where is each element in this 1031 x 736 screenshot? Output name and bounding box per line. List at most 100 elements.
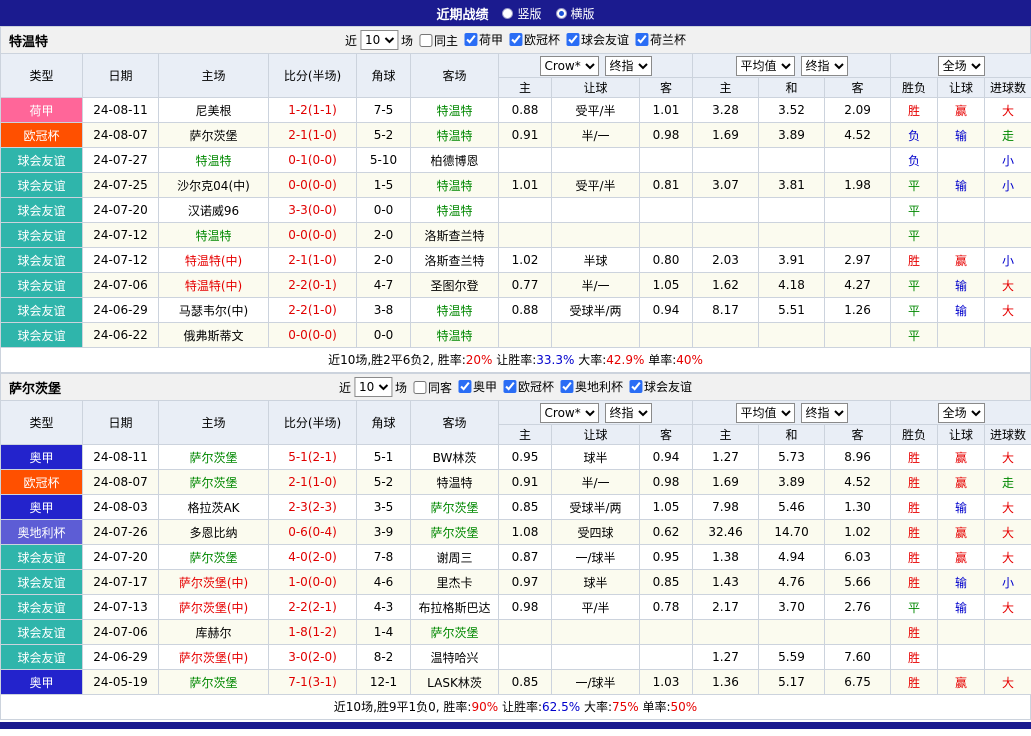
away-team-link[interactable]: 萨尔茨堡 xyxy=(411,520,499,545)
odds-handicap: 受四球 xyxy=(552,520,640,545)
league-filter[interactable]: 奥地利杯 xyxy=(560,378,623,395)
avg-draw: 3.81 xyxy=(759,173,825,198)
home-team-link[interactable]: 格拉茨AK xyxy=(159,495,269,520)
away-team-link[interactable]: 布拉格斯巴达 xyxy=(411,595,499,620)
away-team-link[interactable]: 里杰卡 xyxy=(411,570,499,595)
layout-radio-vertical[interactable]: 竖版 xyxy=(502,5,541,22)
same-venue-checkbox[interactable] xyxy=(413,381,426,394)
league-filter[interactable]: 欧冠杯 xyxy=(503,378,554,395)
home-team-link[interactable]: 库赫尔 xyxy=(159,620,269,645)
matches-table: 类型 日期 主场 比分(半场) 角球 客场 Crow*终指 平均值终指 全场 主… xyxy=(0,400,1031,695)
home-team-link[interactable]: 萨尔茨堡(中) xyxy=(159,570,269,595)
result-goals: 大 xyxy=(985,273,1031,298)
league-checkbox[interactable] xyxy=(458,380,471,393)
home-team-link[interactable]: 沙尔克04(中) xyxy=(159,173,269,198)
league-checkbox[interactable] xyxy=(509,33,522,46)
home-team-link[interactable]: 俄弗斯蒂文 xyxy=(159,323,269,348)
match-date: 24-08-07 xyxy=(83,470,159,495)
league-filter[interactable]: 荷兰杯 xyxy=(635,31,686,48)
avg-name-select[interactable]: 平均值 xyxy=(736,56,795,76)
league-checkbox[interactable] xyxy=(503,380,516,393)
same-venue-checkbox[interactable] xyxy=(419,34,432,47)
away-team-link[interactable]: 特温特 xyxy=(411,298,499,323)
odds-time-select[interactable]: 终指 xyxy=(605,56,652,76)
avg-time-select[interactable]: 终指 xyxy=(801,56,848,76)
sub-avg-away: 客 xyxy=(825,425,891,445)
league-filter[interactable]: 球会友谊 xyxy=(566,31,629,48)
home-team-link[interactable]: 特温特 xyxy=(159,223,269,248)
home-team-link[interactable]: 汉诺威96 xyxy=(159,198,269,223)
league-filter[interactable]: 奥甲 xyxy=(458,378,497,395)
away-team-link[interactable]: 洛斯查兰特 xyxy=(411,223,499,248)
away-team-link[interactable]: 萨尔茨堡 xyxy=(411,495,499,520)
home-team-link[interactable]: 特温特(中) xyxy=(159,248,269,273)
col-away: 客场 xyxy=(411,54,499,98)
league-filter[interactable]: 球会友谊 xyxy=(629,378,692,395)
away-team-link[interactable]: 谢周三 xyxy=(411,545,499,570)
match-count-select[interactable]: 10 xyxy=(360,30,398,50)
away-team-link[interactable]: 特温特 xyxy=(411,173,499,198)
away-team-link[interactable]: 特温特 xyxy=(411,470,499,495)
score: 1-8(1-2) xyxy=(269,620,357,645)
league-filter[interactable]: 欧冠杯 xyxy=(509,31,560,48)
odds-handicap: 一/球半 xyxy=(552,670,640,695)
home-team-link[interactable]: 萨尔茨堡 xyxy=(159,545,269,570)
matches-label: 场 xyxy=(395,379,407,396)
away-team-link[interactable]: 洛斯查兰特 xyxy=(411,248,499,273)
league-checkbox[interactable] xyxy=(629,380,642,393)
home-team-link[interactable]: 多恩比纳 xyxy=(159,520,269,545)
team-name: 萨尔茨堡 xyxy=(9,378,61,397)
league-checkbox[interactable] xyxy=(635,33,648,46)
home-team-link[interactable]: 特温特(中) xyxy=(159,273,269,298)
fulltime-select[interactable]: 全场 xyxy=(938,403,985,423)
away-team-link[interactable]: 圣图尔登 xyxy=(411,273,499,298)
home-team-link[interactable]: 萨尔茨堡(中) xyxy=(159,645,269,670)
home-team-link[interactable]: 特温特 xyxy=(159,148,269,173)
layout-radio-horizontal[interactable]: 横版 xyxy=(556,5,595,22)
avg-time-select[interactable]: 终指 xyxy=(801,403,848,423)
odds-away: 0.80 xyxy=(640,248,693,273)
home-team-link[interactable]: 萨尔茨堡 xyxy=(159,123,269,148)
league-checkbox[interactable] xyxy=(566,33,579,46)
league-badge: 球会友谊 xyxy=(1,545,83,570)
match-count-select[interactable]: 10 xyxy=(354,377,392,397)
home-team-link[interactable]: 马瑟韦尔(中) xyxy=(159,298,269,323)
avg-draw: 14.70 xyxy=(759,520,825,545)
away-team-link[interactable]: 特温特 xyxy=(411,323,499,348)
home-team-link[interactable]: 萨尔茨堡 xyxy=(159,445,269,470)
avg-home xyxy=(693,198,759,223)
league-checkbox[interactable] xyxy=(464,33,477,46)
same-venue-filter[interactable]: 同客 xyxy=(413,379,452,396)
away-team-link[interactable]: 特温特 xyxy=(411,98,499,123)
same-venue-filter[interactable]: 同主 xyxy=(419,32,458,49)
home-team-link[interactable]: 萨尔茨堡 xyxy=(159,470,269,495)
odds-company-select[interactable]: Crow* xyxy=(540,56,599,76)
result-goals: 小 xyxy=(985,570,1031,595)
avg-name-select[interactable]: 平均值 xyxy=(736,403,795,423)
away-team-link[interactable]: 萨尔茨堡 xyxy=(411,620,499,645)
odds-handicap xyxy=(552,645,640,670)
away-team-link[interactable]: 特温特 xyxy=(411,123,499,148)
home-team-link[interactable]: 尼美根 xyxy=(159,98,269,123)
avg-draw: 3.91 xyxy=(759,248,825,273)
odds-handicap xyxy=(552,198,640,223)
odds-company-select[interactable]: Crow* xyxy=(540,403,599,423)
league-label: 奥地利杯 xyxy=(575,378,623,395)
match-date: 24-07-13 xyxy=(83,595,159,620)
away-team-link[interactable]: 特温特 xyxy=(411,198,499,223)
match-date: 24-08-11 xyxy=(83,445,159,470)
avg-home: 7.98 xyxy=(693,495,759,520)
result-handicap: 赢 xyxy=(938,520,985,545)
away-team-link[interactable]: 柏德博恩 xyxy=(411,148,499,173)
col-score: 比分(半场) xyxy=(269,401,357,445)
league-checkbox[interactable] xyxy=(560,380,573,393)
away-team-link[interactable]: LASK林茨 xyxy=(411,670,499,695)
odds-home: 0.87 xyxy=(499,545,552,570)
home-team-link[interactable]: 萨尔茨堡(中) xyxy=(159,595,269,620)
odds-time-select[interactable]: 终指 xyxy=(605,403,652,423)
league-filter[interactable]: 荷甲 xyxy=(464,31,503,48)
away-team-link[interactable]: 温特哈兴 xyxy=(411,645,499,670)
home-team-link[interactable]: 萨尔茨堡 xyxy=(159,670,269,695)
away-team-link[interactable]: BW林茨 xyxy=(411,445,499,470)
fulltime-select[interactable]: 全场 xyxy=(938,56,985,76)
